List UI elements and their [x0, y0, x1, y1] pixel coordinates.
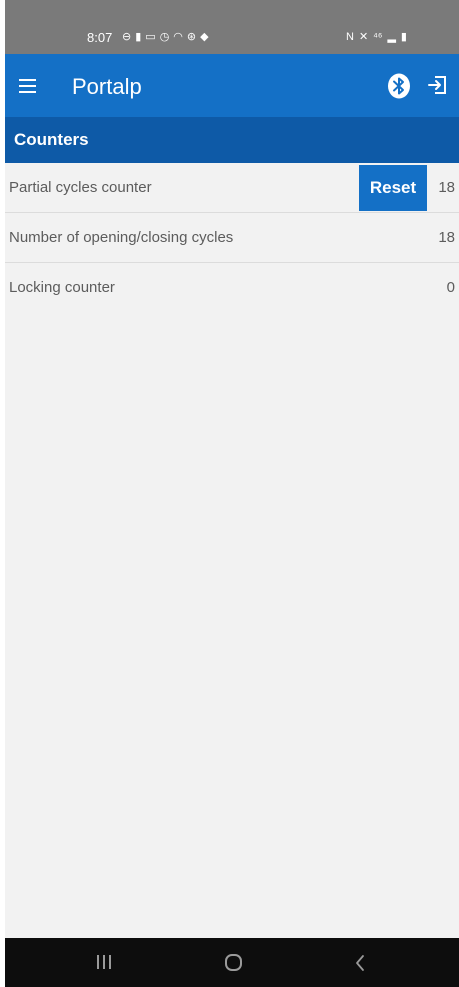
home-icon[interactable] [225, 954, 242, 971]
status-bar: 8:07 ⊖ ▮ ▭ ◷ ◠ ⊛ ◆ N ✕ ⁴⁶ ▂ ▮ [5, 0, 459, 54]
notification-icon: ▮ [135, 31, 142, 43]
notification-icon: ◷ [159, 31, 170, 43]
list-item: Partial cycles counter Reset 18 [5, 163, 459, 213]
notification-icon: ◆ [200, 31, 209, 43]
app-screen: 8:07 ⊖ ▮ ▭ ◷ ◠ ⊛ ◆ N ✕ ⁴⁶ ▂ ▮ Portalp Co… [5, 0, 459, 987]
counters-list: Partial cycles counter Reset 18 Number o… [5, 163, 459, 313]
menu-icon[interactable] [15, 74, 43, 98]
counter-value: 0 [446, 279, 455, 296]
counter-label: Number of opening/closing cycles [9, 229, 234, 246]
notification-icon: ◠ [173, 31, 183, 43]
navigation-bar [5, 938, 459, 987]
recents-icon[interactable] [97, 955, 111, 969]
list-item: Locking counter 0 [5, 263, 459, 313]
system-status-icons: N ✕ ⁴⁶ ▂ ▮ [346, 31, 407, 44]
signal-icon: ▂ [387, 31, 396, 43]
reset-button[interactable]: Reset [359, 165, 427, 211]
counter-value: 18 [438, 229, 455, 246]
app-title: Portalp [72, 74, 142, 99]
mute-icon: ✕ [358, 31, 369, 43]
bluetooth-icon[interactable] [387, 73, 411, 99]
counter-label: Locking counter [9, 279, 115, 296]
nfc-icon: N [346, 31, 354, 43]
notification-icon: ⊖ [122, 31, 132, 43]
section-header: Counters [5, 117, 459, 163]
logout-icon[interactable] [426, 74, 448, 96]
back-icon[interactable] [353, 953, 367, 973]
battery-icon: ▮ [400, 31, 407, 43]
notification-icon: ▭ [145, 31, 156, 43]
notification-icon: ⊛ [186, 31, 197, 43]
status-time: 8:07 [87, 30, 113, 45]
counter-value: 18 [438, 179, 455, 196]
counter-label: Partial cycles counter [9, 179, 152, 196]
app-bar: Portalp [5, 54, 459, 117]
notification-icons: ⊖ ▮ ▭ ◷ ◠ ⊛ ◆ [122, 31, 209, 44]
network-type-icon: ⁴⁶ [373, 31, 383, 43]
list-item: Number of opening/closing cycles 18 [5, 213, 459, 263]
